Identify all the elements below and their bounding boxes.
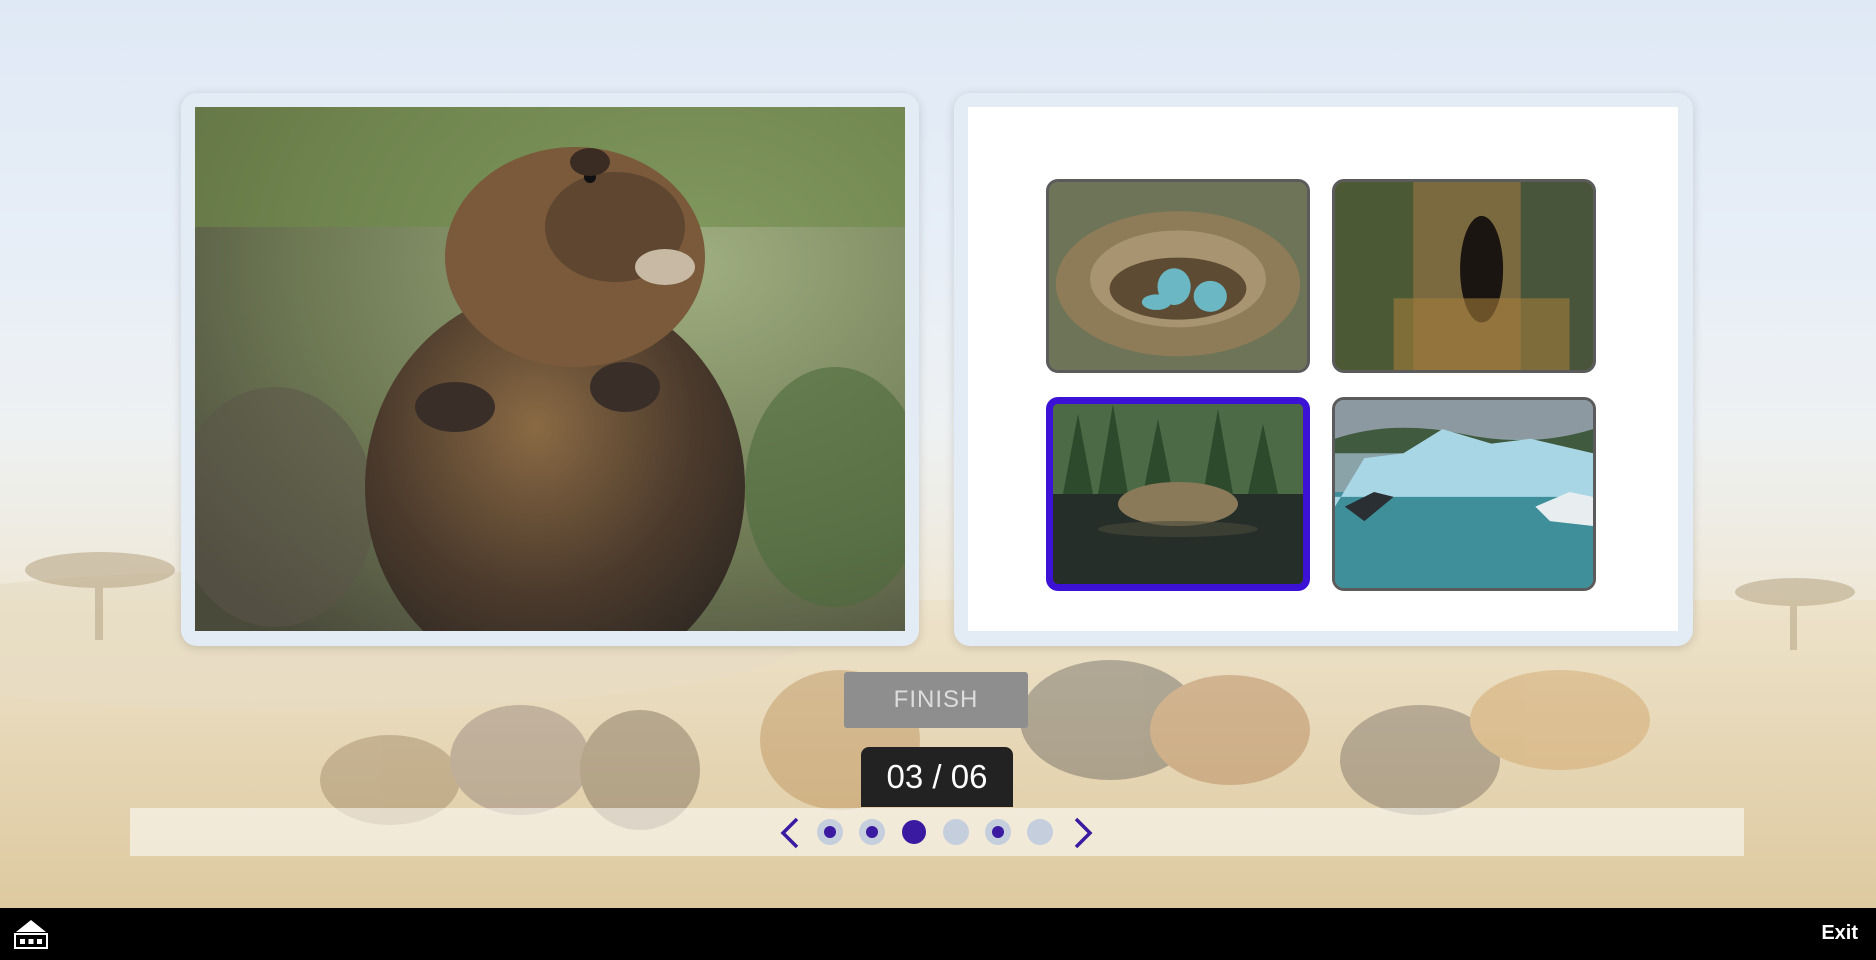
- icebergs-icon: [1335, 400, 1593, 588]
- option-icebergs[interactable]: [1332, 397, 1596, 591]
- page-dot-1[interactable]: [817, 819, 843, 845]
- page-dot-3[interactable]: [902, 820, 926, 844]
- page-dot-4[interactable]: [943, 819, 969, 845]
- page-dot-2[interactable]: [859, 819, 885, 845]
- footer-bar: Exit: [0, 908, 1876, 960]
- answer-grid: [968, 107, 1678, 631]
- chevron-left-icon[interactable]: [777, 816, 803, 850]
- option-tree-hollow[interactable]: [1332, 179, 1596, 373]
- home-menu-icon[interactable]: [12, 918, 50, 950]
- page-counter: 03 / 06: [861, 747, 1013, 807]
- tree-hollow-icon: [1335, 182, 1593, 370]
- option-beaver-lodge[interactable]: [1046, 397, 1310, 591]
- chevron-right-icon[interactable]: [1070, 816, 1096, 850]
- page-dot-6[interactable]: [1027, 819, 1053, 845]
- page-dot-5[interactable]: [985, 819, 1011, 845]
- bird-nest-icon: [1049, 182, 1307, 370]
- exit-button[interactable]: Exit: [1821, 922, 1858, 945]
- answers-panel: [954, 93, 1693, 646]
- finish-button[interactable]: FINISH: [844, 672, 1028, 728]
- beaver-lodge-icon: [1053, 404, 1303, 584]
- question-panel: [181, 93, 919, 646]
- beaver-photo-icon: [195, 107, 905, 631]
- option-bird-nest[interactable]: [1046, 179, 1310, 373]
- pagination-bar: [130, 808, 1744, 856]
